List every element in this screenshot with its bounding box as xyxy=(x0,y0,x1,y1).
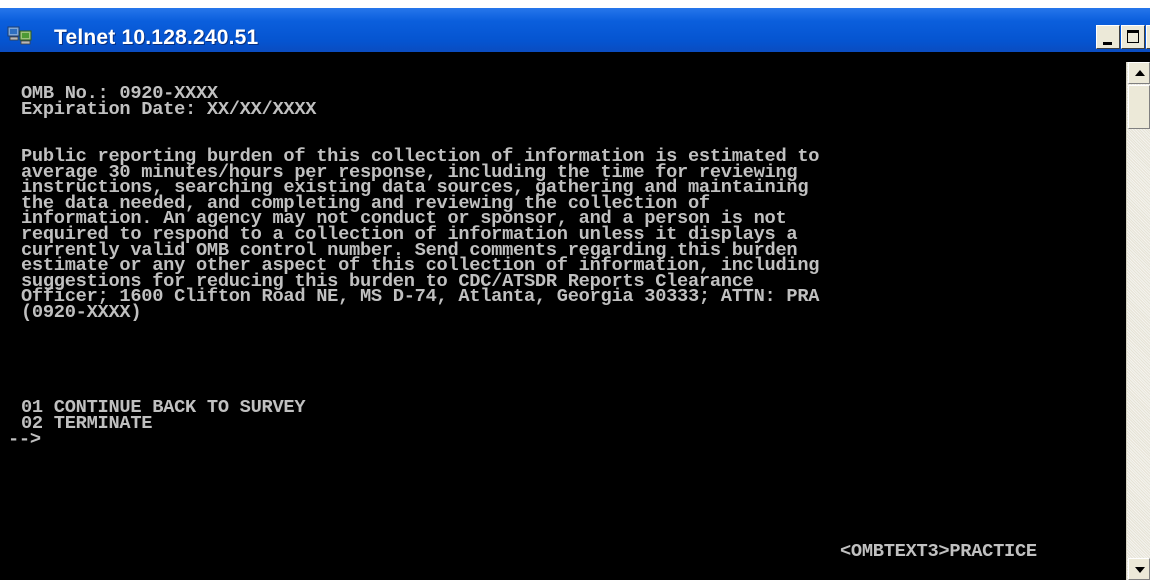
input-prompt[interactable]: --> xyxy=(8,428,41,450)
minimize-button[interactable] xyxy=(1096,25,1120,49)
vertical-scrollbar[interactable] xyxy=(1126,62,1150,580)
expiration-date: Expiration Date: XX/XX/XXXX xyxy=(21,97,317,120)
scroll-down-button[interactable] xyxy=(1128,558,1150,580)
telnet-window: Telnet 10.128.240.51 × OMB No.: 0920-XXX… xyxy=(0,0,1150,580)
maximize-icon xyxy=(1127,30,1139,43)
title-bar[interactable]: Telnet 10.128.240.51 × xyxy=(0,0,1150,52)
close-button[interactable]: × xyxy=(1146,25,1150,49)
screen-status-label: <OMBTEXT3>PRACTICE xyxy=(840,540,1037,562)
burden-line: (0920-XXXX) xyxy=(21,300,142,323)
title-bar-top-edge xyxy=(0,0,1150,8)
terminal-console[interactable]: OMB No.: 0920-XXXX Expiration Date: XX/XX… xyxy=(8,62,1126,580)
telnet-terminal-icon[interactable] xyxy=(7,25,33,45)
omb-header: OMB No.: 0920-XXXX Expiration Date: XX/XX… xyxy=(21,84,317,120)
status-text: <OMBTEXT3>PRACTICE xyxy=(840,540,1037,562)
burden-statement: Public reporting burden of this collecti… xyxy=(21,147,819,323)
minimize-icon xyxy=(1103,42,1112,45)
prompt-arrow: --> xyxy=(8,428,41,450)
scroll-up-button[interactable] xyxy=(1128,62,1150,84)
menu-options: 01 CONTINUE BACK TO SURVEY 02 TERMINATE xyxy=(21,398,306,432)
window-title: Telnet 10.128.240.51 xyxy=(54,26,259,49)
scrollbar-thumb[interactable] xyxy=(1128,85,1150,129)
arrow-down-icon xyxy=(1135,567,1145,573)
maximize-button[interactable] xyxy=(1121,25,1145,49)
arrow-up-icon xyxy=(1135,70,1145,76)
